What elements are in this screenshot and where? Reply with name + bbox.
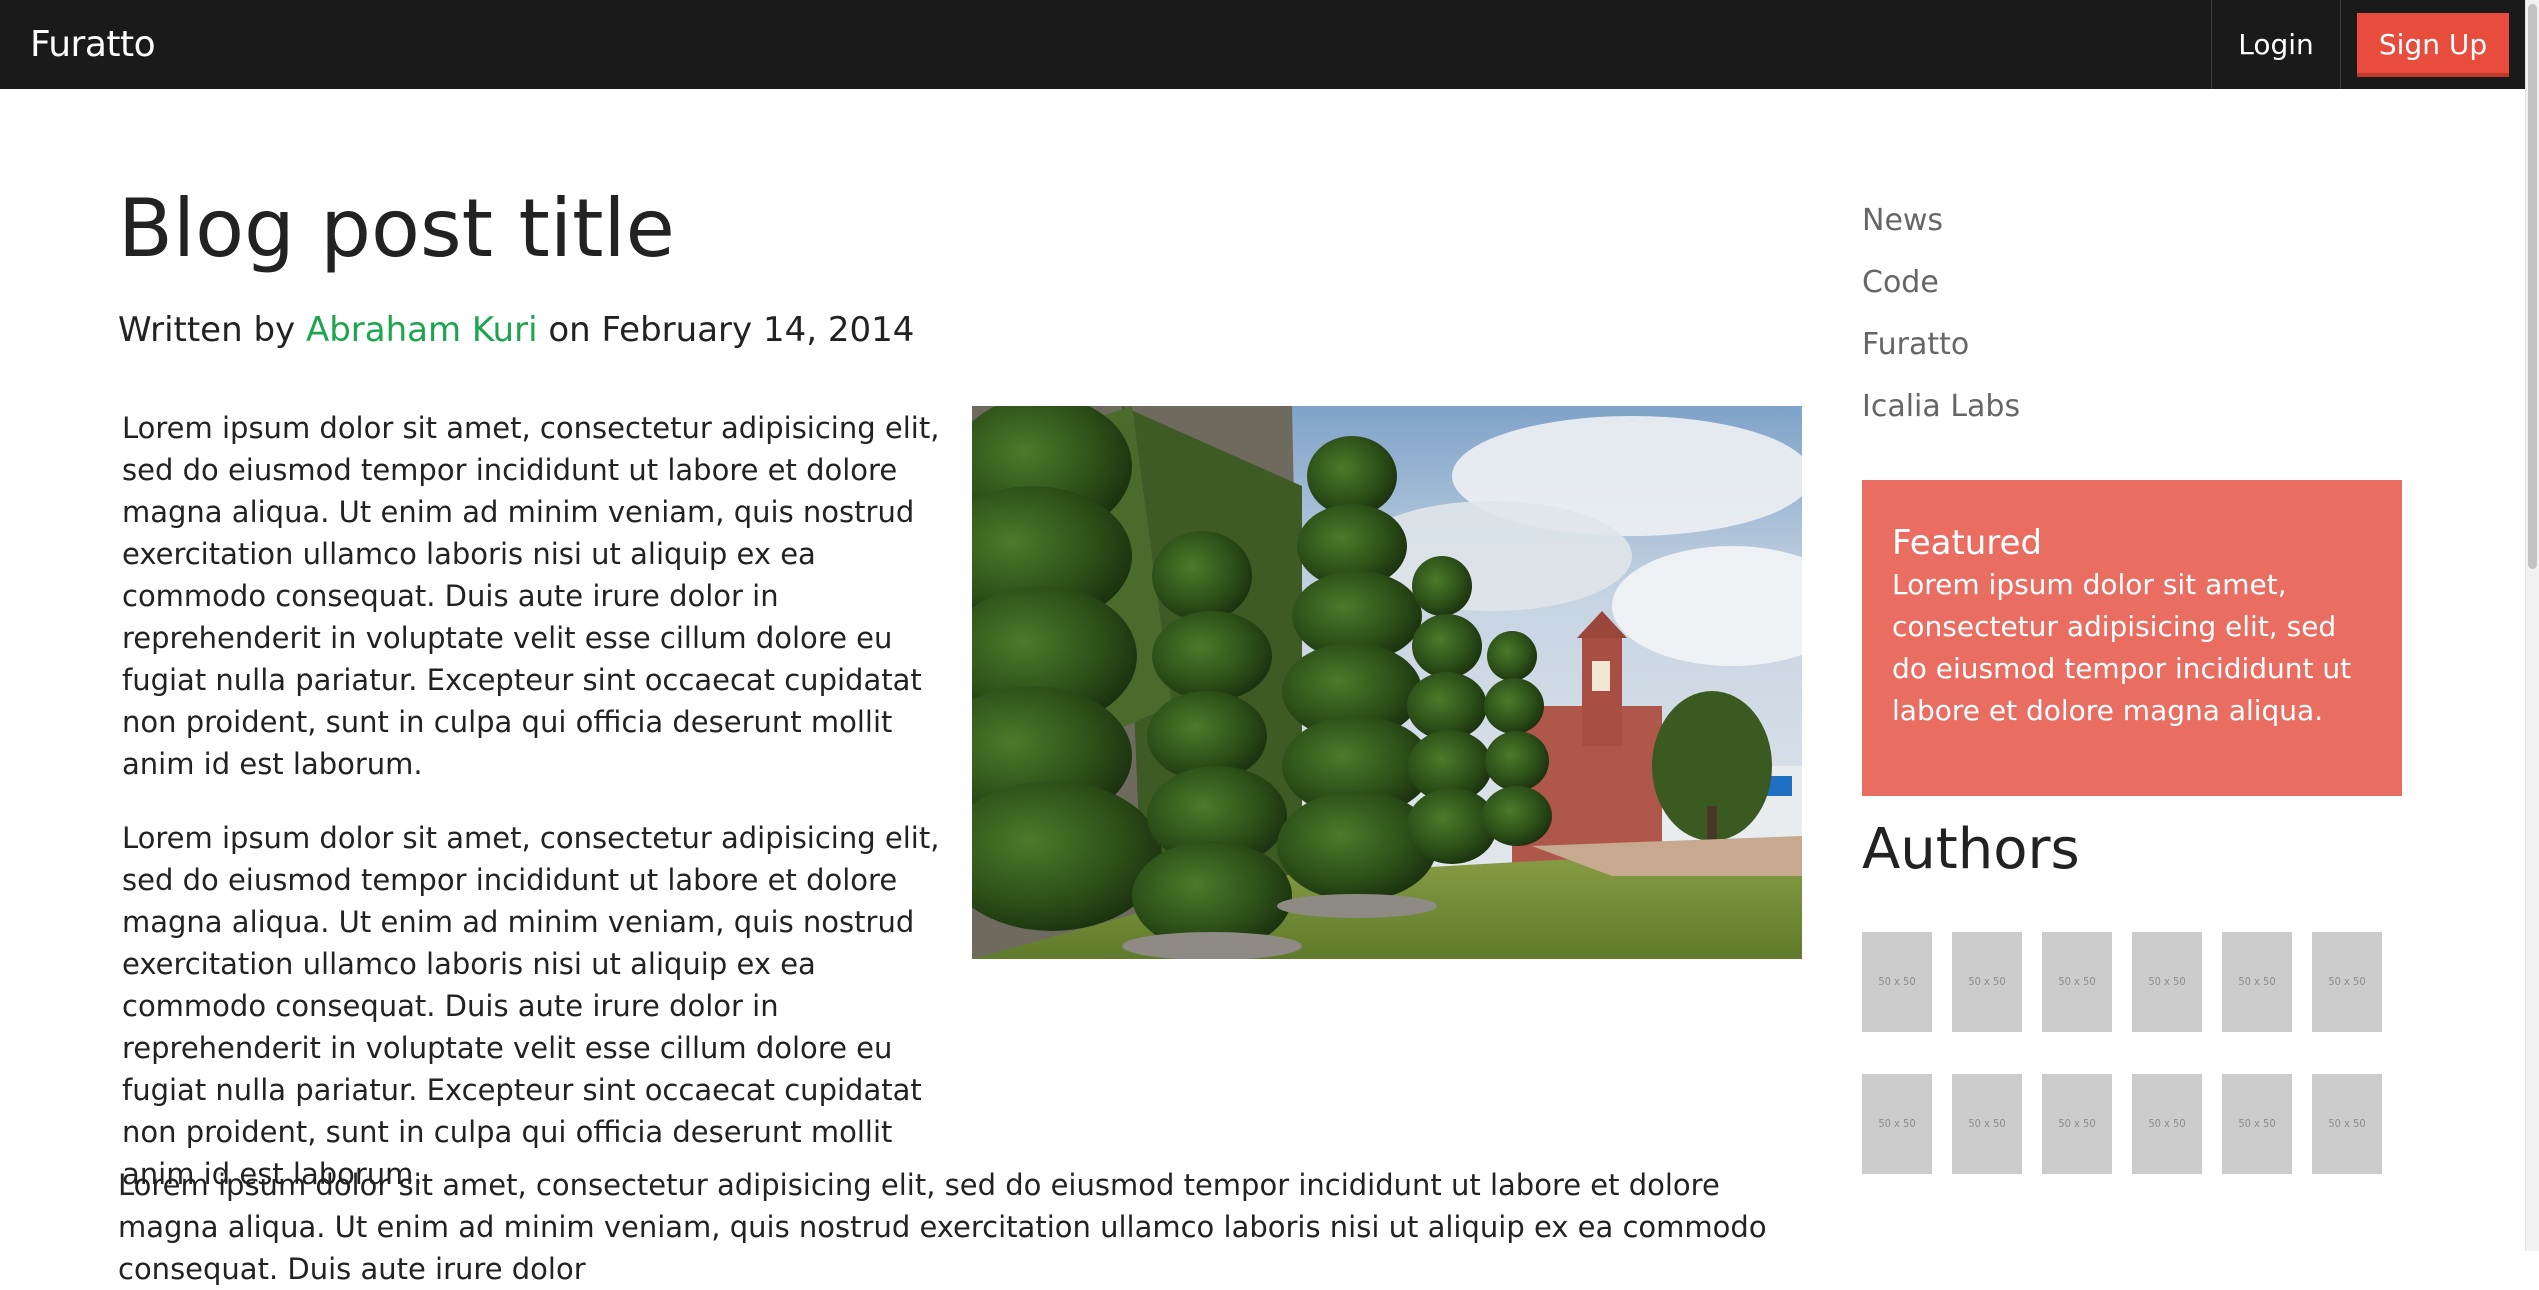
author-avatar[interactable]: 50 x 50: [2222, 932, 2292, 1032]
signup-button[interactable]: Sign Up: [2357, 12, 2509, 77]
page-scrollbar[interactable]: [2525, 0, 2539, 1251]
author-avatar[interactable]: 50 x 50: [2132, 932, 2202, 1032]
post-byline: Written by Abraham Kuri on February 14, …: [118, 313, 914, 347]
featured-panel: Featured Lorem ipsum dolor sit amet, con…: [1862, 480, 2402, 796]
brand-logo[interactable]: Furatto: [30, 0, 156, 89]
author-avatar[interactable]: 50 x 50: [2222, 1074, 2292, 1174]
author-avatar[interactable]: 50 x 50: [2132, 1074, 2202, 1174]
byline-date: on February 14, 2014: [537, 310, 915, 350]
navbar-actions: Login Sign Up: [2211, 0, 2525, 89]
author-link[interactable]: Abraham Kuri: [306, 310, 538, 350]
post-paragraph: Lorem ipsum dolor sit amet, consectetur …: [122, 411, 940, 781]
author-avatar[interactable]: 50 x 50: [2042, 1074, 2112, 1174]
scrollbar-thumb[interactable]: [2528, 4, 2537, 569]
author-avatar[interactable]: 50 x 50: [2042, 932, 2112, 1032]
byline-prefix: Written by: [118, 310, 306, 350]
navbar-divider: [2340, 0, 2341, 89]
post-title: Blog post title: [118, 182, 675, 275]
authors-heading: Authors: [1862, 817, 2080, 882]
post-paragraph: Lorem ipsum dolor sit amet, consectetur …: [118, 1168, 1767, 1286]
top-navbar: Furatto Login Sign Up: [0, 0, 2525, 89]
category-nav: News Code Furatto Icalia Labs: [1862, 203, 2020, 451]
sidebar-item-code[interactable]: Code: [1862, 265, 2020, 327]
post-intro-column: Lorem ipsum dolor sit amet, consectetur …: [122, 407, 962, 1227]
author-avatar[interactable]: 50 x 50: [2312, 932, 2382, 1032]
featured-title: Featured: [1892, 523, 2043, 563]
author-avatar[interactable]: 50 x 50: [1862, 1074, 1932, 1174]
author-avatar[interactable]: 50 x 50: [2312, 1074, 2382, 1174]
author-avatar[interactable]: 50 x 50: [1952, 932, 2022, 1032]
featured-text: Lorem ipsum dolor sit amet, consectetur …: [1892, 568, 2352, 727]
sidebar-item-icalia-labs[interactable]: Icalia Labs: [1862, 389, 2020, 451]
sidebar-item-furatto[interactable]: Furatto: [1862, 327, 2020, 389]
login-link[interactable]: Login: [2212, 0, 2340, 89]
post-photo: [972, 406, 1802, 959]
author-avatar[interactable]: 50 x 50: [1952, 1074, 2022, 1174]
author-avatar[interactable]: 50 x 50: [1862, 932, 1932, 1032]
post-paragraph: Lorem ipsum dolor sit amet, consectetur …: [122, 821, 940, 1191]
sidebar-item-news[interactable]: News: [1862, 203, 2020, 265]
